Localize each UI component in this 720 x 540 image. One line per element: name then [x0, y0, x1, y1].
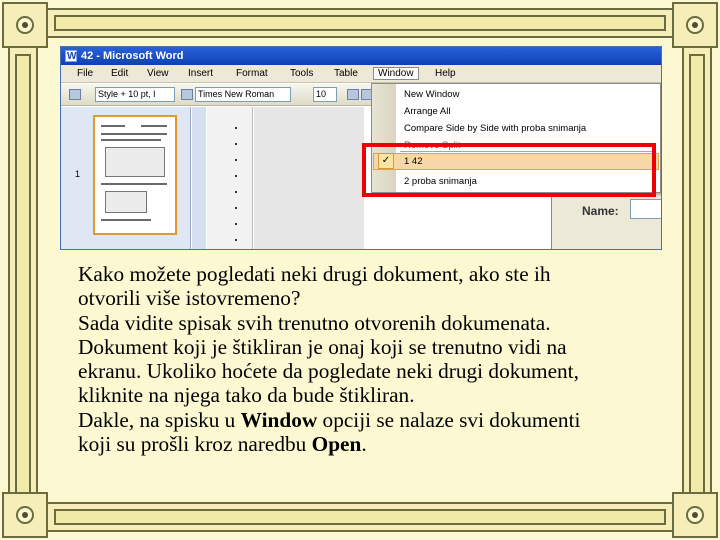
thumb-line: [101, 139, 161, 141]
ruler-dot: [235, 191, 237, 193]
menu-table[interactable]: Table: [334, 68, 358, 79]
frame-corner-bottom-right: [672, 492, 718, 538]
ruler-dot: [235, 207, 237, 209]
ruler-dot: [235, 159, 237, 161]
text-fragment: Dakle, na spisku u: [78, 407, 241, 432]
spelling-icon[interactable]: [347, 89, 359, 100]
corner-knob-icon: [686, 16, 704, 34]
dialog-name-label: Name:: [582, 204, 619, 218]
pane-scrollbar[interactable]: [192, 107, 206, 249]
menu-edit[interactable]: Edit: [111, 68, 128, 79]
text-line: Dokument koji je štikliran je onaj koji …: [78, 334, 567, 359]
ruler-dot: [235, 143, 237, 145]
text-line: koji su prošli kroz naredbu Open.: [78, 432, 674, 456]
window-titlebar: 42 - Microsoft Word: [61, 47, 661, 66]
thumb-line: [101, 183, 167, 185]
highlight-red-box: [362, 143, 656, 197]
text-bold-open: Open: [311, 432, 362, 457]
text-line: otvorili više istovremeno?: [78, 286, 301, 311]
text-bold-window: Window: [240, 407, 318, 432]
menu-file[interactable]: File: [77, 68, 93, 79]
menu-insert[interactable]: Insert: [188, 68, 213, 79]
thumb-line: [141, 125, 167, 127]
thumb-line: [101, 125, 125, 127]
style-box[interactable]: Style + 10 pt, l: [95, 87, 175, 102]
page-thumbnail[interactable]: [93, 115, 177, 235]
menu-item-new-window[interactable]: New Window: [404, 89, 459, 100]
page-number: 1: [75, 169, 81, 179]
styles-pane-icon[interactable]: [69, 89, 81, 100]
frame-corner-bottom-left: [2, 492, 48, 538]
corner-knob-icon: [16, 506, 34, 524]
text-fragment: .: [361, 432, 367, 457]
text-line: Sada vidite spisak svih trenutno otvoren…: [78, 310, 551, 335]
document-area[interactable]: [254, 107, 364, 249]
thumb-line: [101, 133, 167, 135]
text-fragment: koji su prošli kroz naredbu: [78, 432, 312, 457]
menu-item-compare-side-by-side[interactable]: Compare Side by Side with proba snimanja: [404, 123, 586, 134]
menu-tools[interactable]: Tools: [290, 68, 313, 79]
window-title: 42 - Microsoft Word: [81, 50, 184, 62]
font-box[interactable]: Times New Roman: [195, 87, 291, 102]
ruler-dot: [235, 239, 237, 241]
dialog-name-field[interactable]: [630, 199, 661, 219]
frame-corner-top-right: [672, 2, 718, 48]
menu-format[interactable]: Format: [236, 68, 268, 79]
thumbnail-pane: 1: [61, 107, 191, 249]
menu-bar: File Edit View Insert Format Tools Table…: [61, 65, 661, 83]
menu-window[interactable]: Window: [373, 67, 419, 80]
frame-right-bar: [682, 46, 712, 502]
thumb-figure: [105, 191, 147, 213]
ruler-dot: [235, 223, 237, 225]
text-fragment: opciji se nalaze svi dokumenti: [317, 407, 581, 432]
frame-bottom-bar: [46, 502, 674, 532]
ruler-dot: [235, 127, 237, 129]
text-line: Dakle, na spisku u Window opciji se nala…: [78, 408, 674, 432]
thumb-figure: [105, 147, 165, 177]
menu-help[interactable]: Help: [435, 68, 456, 79]
ruler-dot: [235, 175, 237, 177]
new-icon[interactable]: [181, 89, 193, 100]
text-line: kliknite na njega tako da bude štikliran…: [78, 383, 415, 408]
menu-item-arrange-all[interactable]: Arrange All: [404, 106, 450, 117]
frame-left-bar: [8, 46, 38, 502]
text-line: ekranu. Ukoliko hoćete da pogledate neki…: [78, 359, 579, 384]
thumb-line: [101, 219, 151, 221]
word-app-icon: [65, 48, 77, 66]
frame-top-bar: [46, 8, 674, 38]
menu-view[interactable]: View: [147, 68, 169, 79]
explanation-text: Kako možete pogledati neki drugi dokumen…: [78, 262, 674, 456]
size-box[interactable]: 10: [313, 87, 337, 102]
corner-knob-icon: [686, 506, 704, 524]
frame-corner-top-left: [2, 2, 48, 48]
vertical-ruler: [207, 107, 253, 249]
text-line: Kako možete pogledati neki drugi dokumen…: [78, 262, 551, 286]
corner-knob-icon: [16, 16, 34, 34]
